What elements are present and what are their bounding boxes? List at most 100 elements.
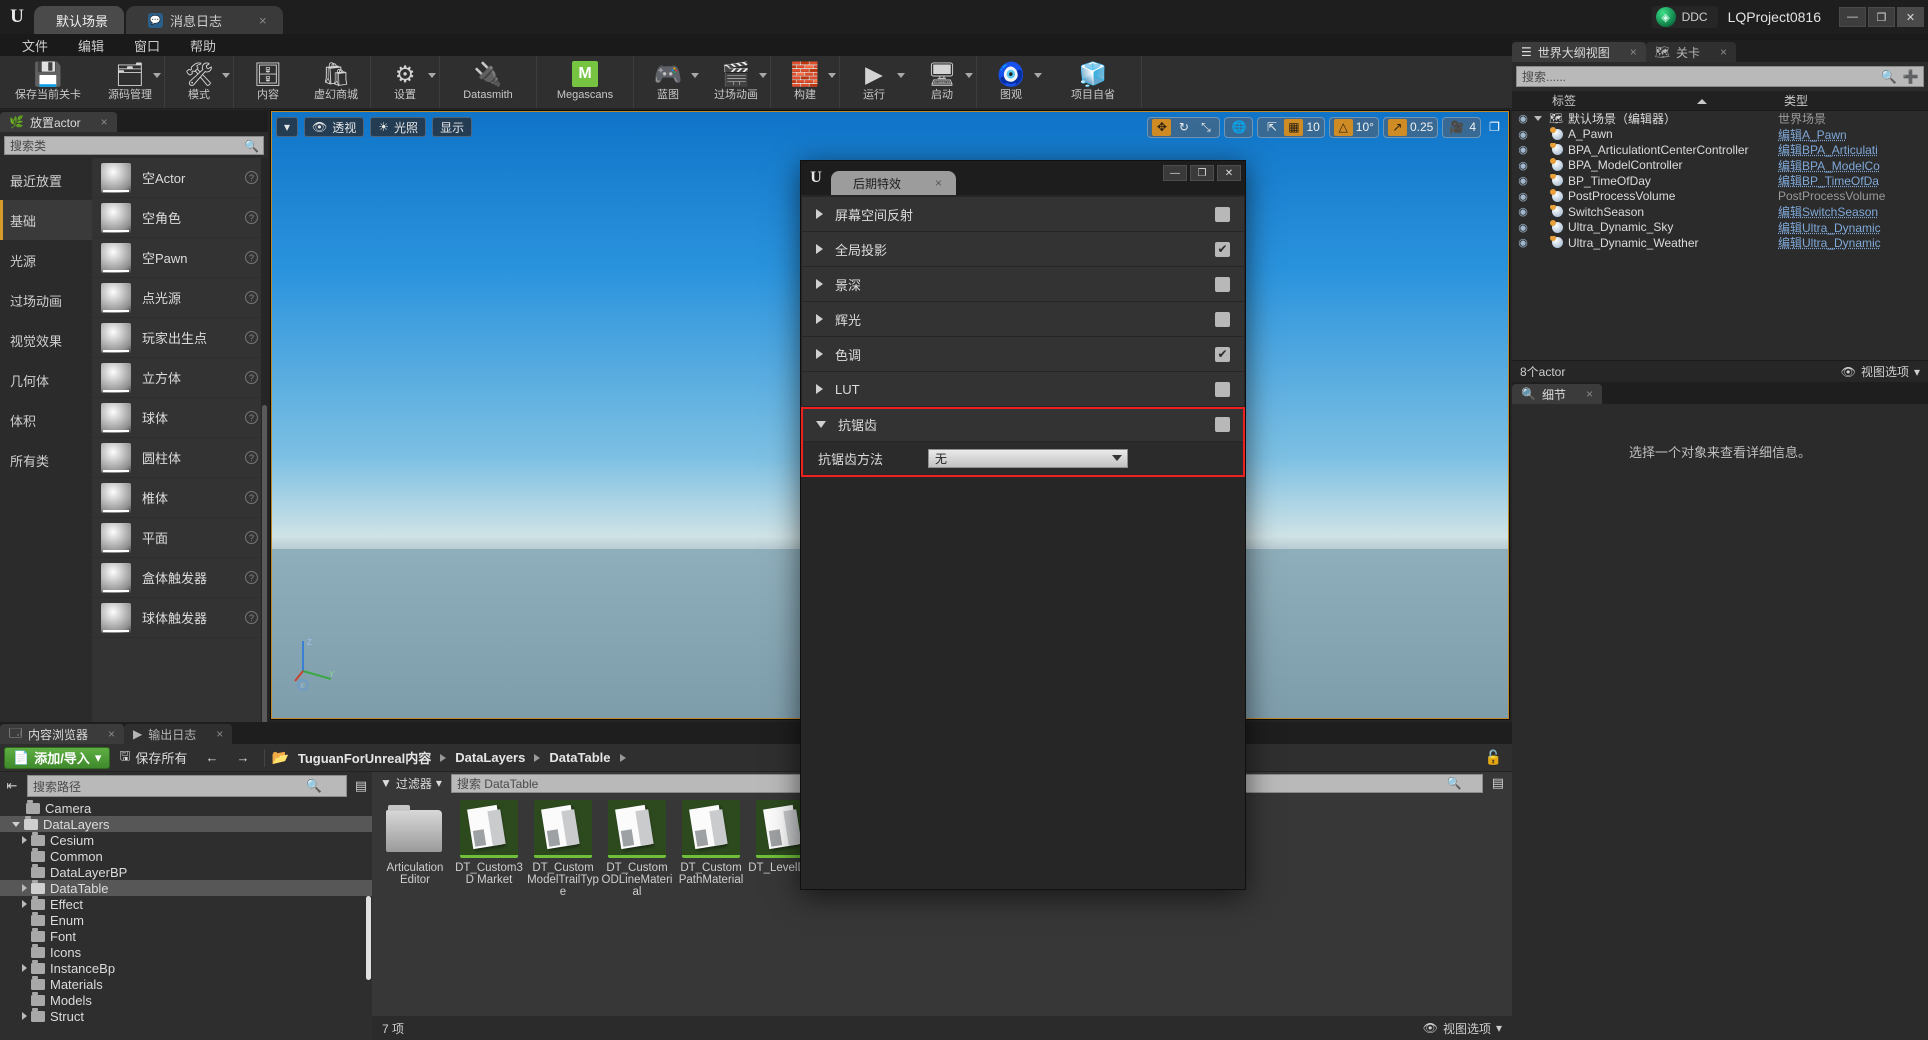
ddc-status-badge[interactable]: ◈ DDC [1651,6,1718,28]
grid-snap-icon[interactable]: ▦ [1284,118,1304,136]
checkbox-global-shadow[interactable]: ✔ [1215,241,1230,257]
chevron-down-icon[interactable] [222,73,230,78]
chevron-down-icon[interactable] [828,73,836,78]
chevron-down-icon[interactable] [691,73,699,78]
table-row[interactable]: ◉ A_Pawn 编辑A_Pawn [1512,127,1928,143]
tree-item-cesium[interactable]: Cesium [0,832,372,848]
visibility-eye-icon[interactable]: ◉ [1512,159,1534,172]
table-row[interactable]: ◉ BPA_ArticulationtCenterController 编辑BP… [1512,142,1928,158]
help-icon[interactable]: ? [245,451,258,464]
viewport-menu-button[interactable]: ▾ [276,117,299,137]
path-search-input[interactable]: 搜索路径 🔍 [27,775,347,797]
checkbox-anti-aliasing[interactable] [1215,416,1230,432]
angle-snap-value[interactable]: 10° [1356,120,1374,134]
outliner-search-input[interactable]: 搜索...... 🔍 ➕ [1516,66,1924,87]
help-icon[interactable]: ? [245,171,258,184]
checkbox-bloom[interactable] [1215,311,1230,327]
close-icon[interactable]: × [1630,45,1637,59]
outliner-row-type[interactable]: 编辑Ultra_Dynamic [1778,219,1928,236]
list-item[interactable]: 平面 ? [92,518,268,558]
search-icon[interactable]: 🔍 [306,778,322,794]
nav-forward-button[interactable]: → [227,747,258,769]
chevron-right-icon[interactable] [816,209,823,219]
tab-place-actor[interactable]: 🌿 放置actor × [0,112,117,132]
asset-tile-datatable[interactable]: DT_Custom3D Market [452,800,526,898]
search-input[interactable]: 搜索类 🔍 [4,136,264,155]
visibility-eye-icon[interactable]: ◉ [1512,236,1534,249]
toolbar-datasmith[interactable]: 🔌 Datasmith [440,56,536,108]
asset-tile-datatable[interactable]: DT_Custom PathMaterial [674,800,748,898]
toolbar-cinematics[interactable]: 🎬 过场动画 [702,56,770,108]
camera-speed-icon[interactable]: 🎥 [1447,119,1466,136]
category-all-classes[interactable]: 所有类 [0,440,92,480]
property-row-depth-of-field[interactable]: 景深 [802,267,1244,301]
chevron-right-icon[interactable] [22,964,27,972]
visibility-eye-icon[interactable]: ◉ [1512,221,1534,234]
table-row[interactable]: ◉ BP_TimeOfDay 编辑BP_TimeOfDa [1512,173,1928,189]
asset-tile-datatable[interactable]: DT_Custom ODLineMaterial [600,800,674,898]
visibility-eye-icon[interactable]: ◉ [1512,143,1534,156]
tab-levels[interactable]: 🗺 关卡 × [1645,42,1737,62]
list-item[interactable]: 空角色 ? [92,198,268,238]
chevron-down-icon[interactable] [897,73,905,78]
chevron-down-icon[interactable] [816,420,826,428]
chevron-right-icon[interactable] [22,884,27,892]
menu-item-help[interactable]: 帮助 [176,34,230,57]
property-row-bloom[interactable]: 辉光 [802,302,1244,336]
toolbar-content[interactable]: 🗄 内容 [234,56,302,108]
help-icon[interactable]: ? [245,571,258,584]
toolbar-tuguan[interactable]: 🧿 图观 [977,56,1045,108]
chevron-right-icon[interactable] [816,349,823,359]
outliner-row-type[interactable]: 编辑BP_TimeOfDa [1778,172,1928,189]
help-icon[interactable]: ? [245,291,258,304]
move-tool-icon[interactable]: ✥ [1152,118,1172,136]
toolbar-megascans[interactable]: M Megascans [537,56,633,108]
toolbar-source-control[interactable]: 🗂 源码管理 [96,56,164,108]
column-header-name[interactable]: 标签 [1512,92,1778,109]
filters-button[interactable]: ▼ 过滤器 ▾ [376,774,446,792]
breadcrumb-item-root[interactable]: TuguanForUnreal内容 [293,748,436,767]
window-tab-level[interactable]: 默认场景 [34,6,125,34]
tab-content-browser[interactable]: 🗔 内容浏览器 × [0,724,125,744]
viewport-view-perspective[interactable]: 👁 透视 [304,117,365,137]
tree-item-datalayerbp[interactable]: DataLayerBP [0,864,372,880]
tree-item-datatable[interactable]: DataTable [0,880,372,896]
help-icon[interactable]: ? [245,411,258,424]
list-item[interactable]: 椎体 ? [92,478,268,518]
minimize-icon[interactable]: — [1163,165,1187,181]
dialog-tab[interactable]: 后期特效 × [831,171,957,195]
breadcrumb-item-datalayers[interactable]: DataLayers [450,750,530,765]
view-options-button[interactable]: 👁 视图选项 ▾ [1423,1020,1502,1037]
category-lights[interactable]: 光源 [0,240,92,280]
tab-output-log[interactable]: ▶ 输出日志 × [124,724,233,744]
table-row[interactable]: ◉ SwitchSeason 编辑SwitchSeason [1512,204,1928,220]
tree-item-icons[interactable]: Icons [0,944,372,960]
breadcrumb-item-datatable[interactable]: DataTable [544,750,615,765]
tree-item-enum[interactable]: Enum [0,912,372,928]
category-basic[interactable]: 基础 [0,200,92,240]
close-icon[interactable]: × [1720,45,1727,59]
chevron-down-icon[interactable] [1534,116,1542,122]
outliner-row-type[interactable]: 编辑BPA_ModelCo [1778,157,1928,174]
list-item[interactable]: 球体触发器 ? [92,598,268,638]
close-icon[interactable]: × [259,13,267,28]
tree-item-struct[interactable]: Struct [0,1008,372,1024]
menu-item-edit[interactable]: 编辑 [64,34,118,57]
scale-tool-icon[interactable]: ⤡ [1196,119,1215,136]
table-row[interactable]: ◉ PostProcessVolume PostProcessVolume [1512,189,1928,205]
list-item[interactable]: 立方体 ? [92,358,268,398]
nav-back-button[interactable]: ← [196,747,227,769]
scale-snap-value[interactable]: 0.25 [1410,120,1433,134]
post-process-dialog[interactable]: U 后期特效 × — ❐ ✕ 屏幕空间反射 全局投影 ✔ 景深 辉光 色调 ✔ … [800,160,1246,890]
outliner-row-type[interactable]: 编辑A_Pawn [1778,126,1928,143]
list-item[interactable]: 玩家出生点 ? [92,318,268,358]
surface-snap-icon[interactable]: ⇱ [1262,119,1281,136]
table-row[interactable]: ◉ BPA_ModelController 编辑BPA_ModelCo [1512,158,1928,174]
property-row-anti-aliasing[interactable]: 抗锯齿 [802,407,1244,441]
tree-item-effect[interactable]: Effect [0,896,372,912]
help-icon[interactable]: ? [245,491,258,504]
property-row-color-grading[interactable]: 色调 ✔ [802,337,1244,371]
tree-item-common[interactable]: Common [0,848,372,864]
chevron-down-icon[interactable] [428,73,436,78]
category-visual-effects[interactable]: 视觉效果 [0,320,92,360]
